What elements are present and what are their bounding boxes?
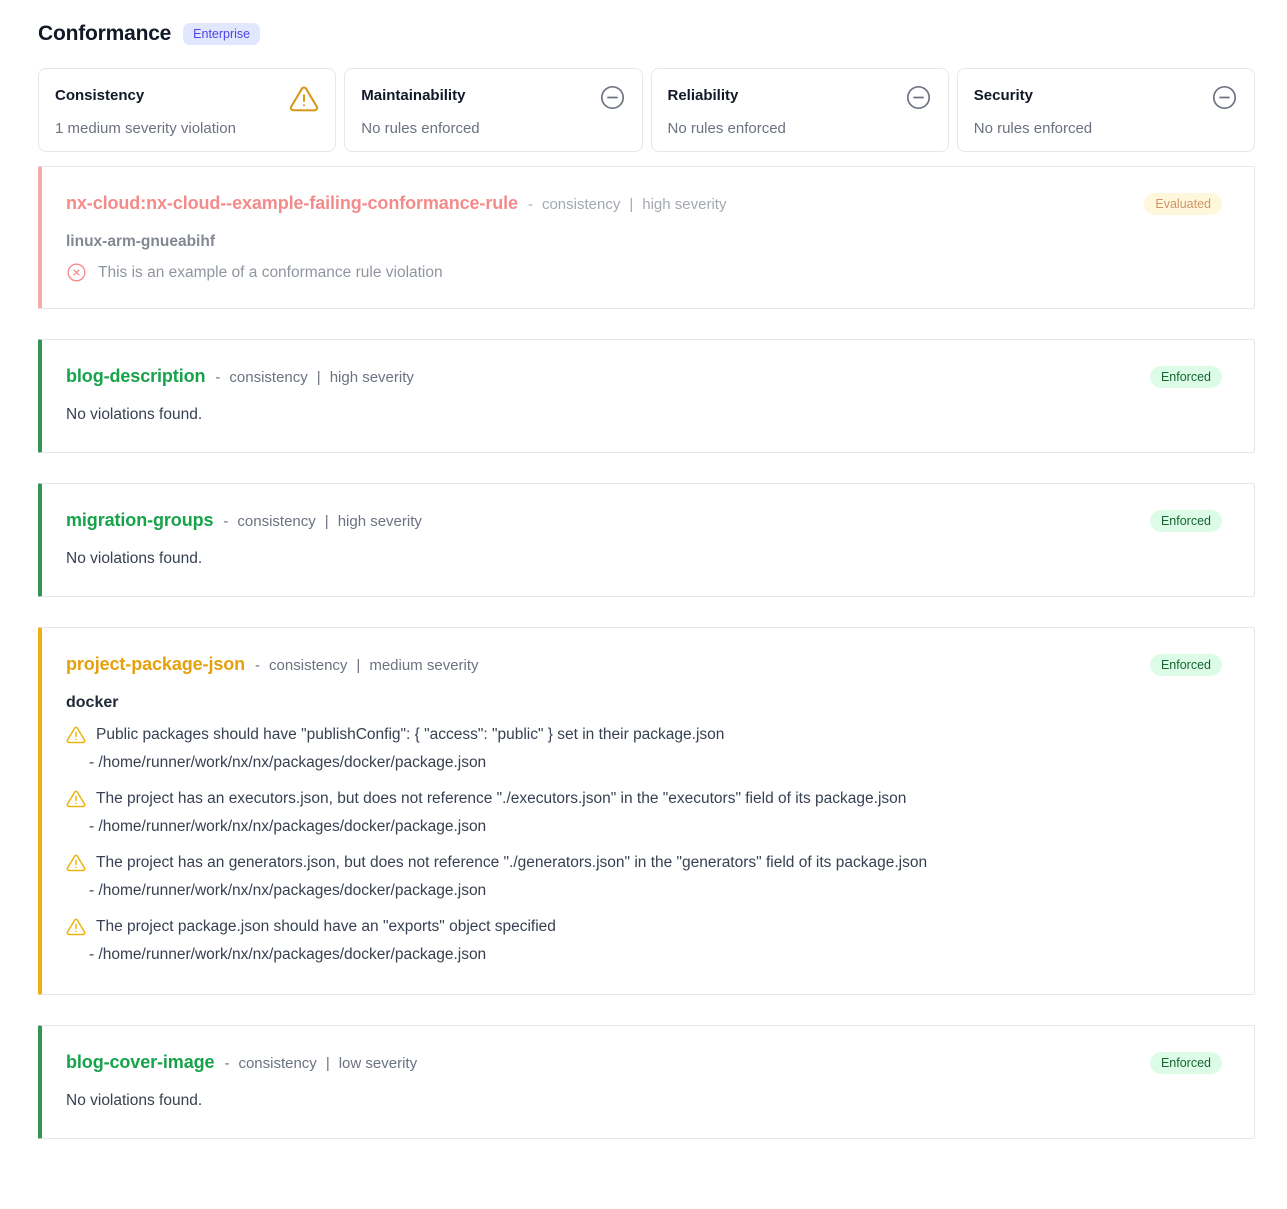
no-violations-text: No violations found. <box>66 406 1104 424</box>
meta-separator: - <box>215 369 220 386</box>
minus-circle-icon <box>1211 84 1238 111</box>
rule-card-migration-groups: migration-groups - consistency | high se… <box>38 483 1255 597</box>
rule-severity: high severity <box>642 196 726 213</box>
meta-divider: | <box>326 1055 330 1072</box>
meta-separator: - <box>255 657 260 674</box>
violation-item: The project has an executors.json, but d… <box>66 788 1104 838</box>
warning-triangle-icon <box>66 853 86 873</box>
violation-message: The project has an executors.json, but d… <box>96 788 906 810</box>
rule-severity: high severity <box>330 369 414 386</box>
meta-divider: | <box>317 369 321 386</box>
category-name: Reliability <box>668 84 739 104</box>
violation-path: - /home/runner/work/nx/nx/packages/docke… <box>89 816 1104 838</box>
warning-triangle-icon <box>66 917 86 937</box>
status-badge: Enforced <box>1150 366 1222 388</box>
violation-message: Public packages should have "publishConf… <box>96 724 724 746</box>
violation-path: - /home/runner/work/nx/nx/packages/docke… <box>89 880 1104 902</box>
rule-card-blog-description: blog-description - consistency | high se… <box>38 339 1255 453</box>
violation-message: This is an example of a conformance rule… <box>98 264 443 282</box>
project-name: linux-arm-gnueabihf <box>66 233 1104 251</box>
warning-triangle-icon <box>66 725 86 745</box>
rule-severity: low severity <box>339 1055 417 1072</box>
rule-category: consistency <box>229 369 307 386</box>
rule-severity: high severity <box>338 513 422 530</box>
rule-title-link[interactable]: project-package-json <box>66 654 245 675</box>
status-badge: Enforced <box>1150 1052 1222 1074</box>
category-card-maintainability: Maintainability No rules enforced <box>344 68 642 152</box>
rule-category: consistency <box>269 657 347 674</box>
meta-separator: - <box>224 1055 229 1072</box>
category-card-reliability: Reliability No rules enforced <box>651 68 949 152</box>
violation-item: Public packages should have "publishConf… <box>66 724 1104 774</box>
category-name: Consistency <box>55 84 144 104</box>
status-badge: Enforced <box>1150 654 1222 676</box>
rule-card-example-failing: nx-cloud:nx-cloud--example-failing-confo… <box>38 166 1255 309</box>
category-name: Maintainability <box>361 84 465 104</box>
rule-category: consistency <box>542 196 620 213</box>
rule-category: consistency <box>238 1055 316 1072</box>
violation-item: The project has an generators.json, but … <box>66 852 1104 902</box>
status-badge: Enforced <box>1150 510 1222 532</box>
minus-circle-icon <box>599 84 626 111</box>
violation-path: - /home/runner/work/nx/nx/packages/docke… <box>89 752 1104 774</box>
rule-title-link[interactable]: migration-groups <box>66 510 213 531</box>
page-title: Conformance <box>38 22 171 46</box>
category-name: Security <box>974 84 1033 104</box>
category-summary-row: Consistency 1 medium severity violation … <box>38 68 1255 152</box>
meta-separator: - <box>528 196 533 213</box>
category-card-security: Security No rules enforced <box>957 68 1255 152</box>
category-status: No rules enforced <box>361 120 625 137</box>
minus-circle-icon <box>905 84 932 111</box>
category-card-consistency: Consistency 1 medium severity violation <box>38 68 336 152</box>
meta-separator: - <box>223 513 228 530</box>
rule-category: consistency <box>237 513 315 530</box>
violation-path: - /home/runner/work/nx/nx/packages/docke… <box>89 944 1104 966</box>
violation-item: The project package.json should have an … <box>66 916 1104 966</box>
rule-title-link[interactable]: nx-cloud:nx-cloud--example-failing-confo… <box>66 193 518 214</box>
warning-triangle-icon <box>289 84 319 114</box>
meta-divider: | <box>325 513 329 530</box>
status-badge: Evaluated <box>1144 193 1222 215</box>
no-violations-text: No violations found. <box>66 1092 1104 1110</box>
rule-title-link[interactable]: blog-cover-image <box>66 1052 214 1073</box>
meta-divider: | <box>356 657 360 674</box>
violation-message: The project has an generators.json, but … <box>96 852 927 874</box>
no-violations-text: No violations found. <box>66 550 1104 568</box>
conformance-page: Conformance Enterprise Consistency 1 med… <box>0 0 1287 1209</box>
violation-message: The project package.json should have an … <box>96 916 556 938</box>
rule-card-blog-cover-image: blog-cover-image - consistency | low sev… <box>38 1025 1255 1139</box>
enterprise-badge: Enterprise <box>183 23 260 45</box>
page-header: Conformance Enterprise <box>38 22 1255 46</box>
meta-divider: | <box>629 196 633 213</box>
rule-card-project-package-json: project-package-json - consistency | med… <box>38 627 1255 995</box>
category-status: No rules enforced <box>668 120 932 137</box>
x-circle-icon <box>66 262 87 283</box>
category-status: No rules enforced <box>974 120 1238 137</box>
project-name: docker <box>66 694 1104 712</box>
rule-severity: medium severity <box>369 657 478 674</box>
violation-list: Public packages should have "publishConf… <box>66 724 1104 966</box>
rule-title-link[interactable]: blog-description <box>66 366 205 387</box>
category-status: 1 medium severity violation <box>55 120 319 137</box>
warning-triangle-icon <box>66 789 86 809</box>
